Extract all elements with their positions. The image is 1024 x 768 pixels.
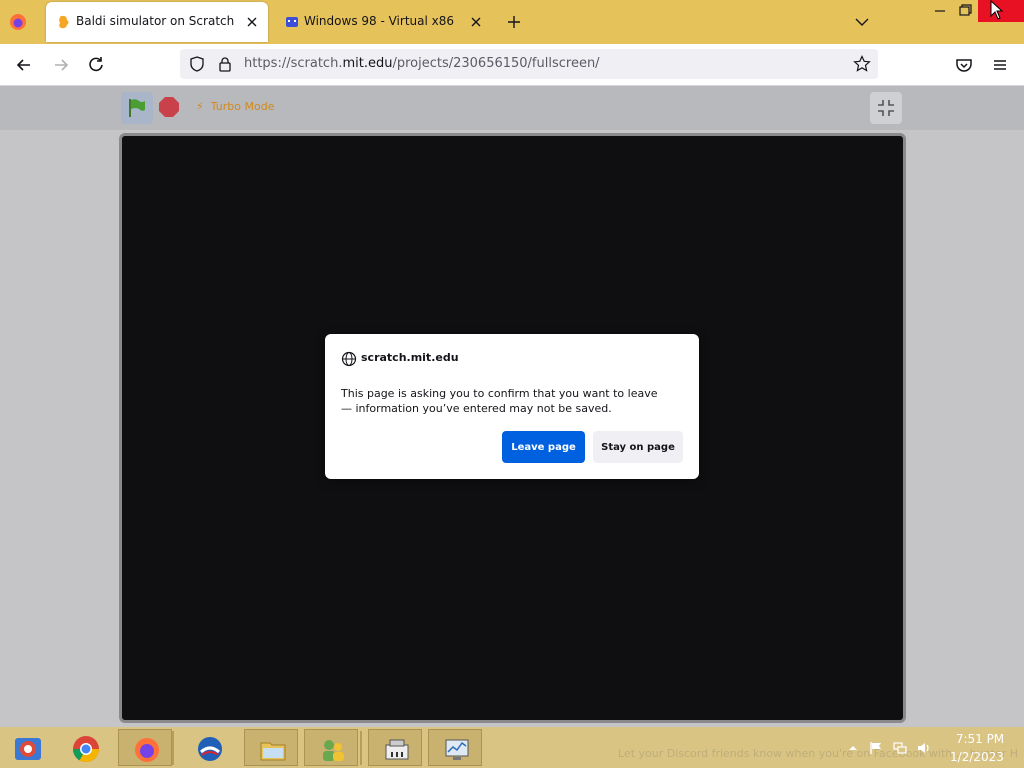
chromium-taskbar-item[interactable] <box>0 729 54 766</box>
taskbar-divider <box>360 731 362 765</box>
exit-fullscreen-button[interactable] <box>870 92 902 124</box>
firefox-icon <box>135 738 159 762</box>
firefox-taskbar-item[interactable] <box>118 729 172 766</box>
chevron-down-icon[interactable] <box>852 12 872 32</box>
taskbar: Let your Discord friends know when you'r… <box>0 727 1024 768</box>
address-bar[interactable]: https://scratch.mit.edu/projects/2306561… <box>180 49 878 79</box>
dialog-host: scratch.mit.edu <box>361 351 459 364</box>
dialog-message: This page is asking you to confirm that … <box>341 387 658 415</box>
scratch-player-toolbar: ⚡ Turbo Mode <box>0 86 1024 130</box>
green-flag-icon <box>129 99 145 117</box>
leave-page-dialog: scratch.mit.edu This page is asking you … <box>325 334 699 479</box>
tab-title: Baldi simulator on Scratch <box>76 14 235 28</box>
turbo-mode-indicator: ⚡ Turbo Mode <box>196 100 275 113</box>
pocket-icon[interactable] <box>953 54 975 76</box>
lightning-icon: ⚡ <box>196 100 204 113</box>
app-taskbar-item[interactable] <box>182 729 236 766</box>
firefox-menu-icon[interactable] <box>8 12 28 32</box>
tab-strip: Baldi simulator on Scratch Windows 98 - … <box>0 0 1024 44</box>
users-icon <box>323 740 344 761</box>
show-hidden-icons-icon[interactable] <box>846 741 860 755</box>
close-tab-icon[interactable] <box>466 12 486 32</box>
chrome-icon <box>72 736 100 763</box>
tab-title: Windows 98 - Virtual x86 <box>304 14 455 28</box>
restore-icon[interactable] <box>950 0 980 22</box>
leave-page-button[interactable]: Leave page <box>502 431 585 463</box>
close-tab-icon[interactable] <box>242 12 262 32</box>
exit-fullscreen-icon <box>878 100 894 116</box>
navigation-toolbar: https://scratch.mit.edu/projects/2306561… <box>0 44 1024 86</box>
device-taskbar-item[interactable] <box>368 729 422 766</box>
virtualx86-favicon-icon <box>286 17 298 27</box>
lock-icon[interactable] <box>217 56 233 72</box>
tab-baldi-scratch[interactable]: Baldi simulator on Scratch <box>46 2 268 42</box>
mouse-cursor-icon <box>990 0 1004 20</box>
blue-orb-icon <box>198 737 222 761</box>
users-taskbar-item[interactable] <box>304 729 358 766</box>
stop-icon[interactable] <box>158 96 180 118</box>
tracking-protection-shield-icon[interactable] <box>189 56 205 72</box>
scratch-favicon-icon <box>59 15 69 29</box>
bookmark-star-icon[interactable] <box>853 55 871 73</box>
clock-date[interactable]: 1/2/2023 <box>944 750 1010 764</box>
forward-icon[interactable] <box>50 54 72 76</box>
new-tab-icon[interactable] <box>504 12 524 32</box>
back-icon[interactable] <box>13 54 35 76</box>
performance-monitor-icon <box>445 739 469 760</box>
globe-icon <box>341 351 357 367</box>
network-icon[interactable] <box>893 741 907 755</box>
volume-icon[interactable] <box>917 741 931 755</box>
url-text: https://scratch.mit.edu/projects/2306561… <box>244 56 600 71</box>
printer-icon <box>385 739 409 760</box>
clock-time[interactable]: 7:51 PM <box>950 732 1010 746</box>
hamburger-menu-icon[interactable] <box>989 54 1011 76</box>
reload-icon[interactable] <box>85 54 107 76</box>
chromium-icon <box>15 738 41 760</box>
file-explorer-taskbar-item[interactable] <box>244 729 298 766</box>
stay-on-page-button[interactable]: Stay on page <box>593 431 683 463</box>
tab-windows98[interactable]: Windows 98 - Virtual x86 <box>274 2 492 42</box>
taskbar-divider <box>172 731 174 765</box>
monitor-taskbar-item[interactable] <box>428 729 482 766</box>
chrome-taskbar-item[interactable] <box>58 729 112 766</box>
action-center-flag-icon[interactable] <box>869 741 883 755</box>
folder-icon <box>260 742 286 761</box>
green-flag-button[interactable] <box>121 92 153 124</box>
